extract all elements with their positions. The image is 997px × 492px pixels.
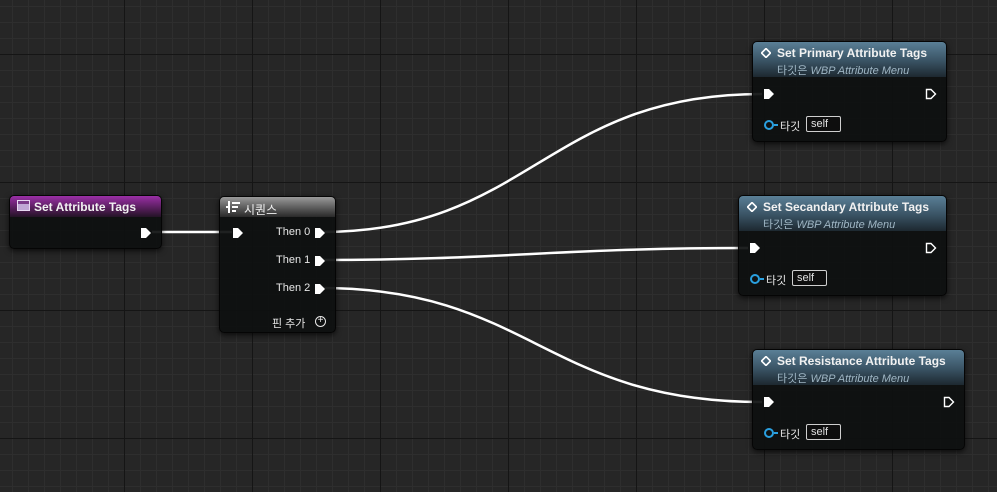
exec-in-pin[interactable] [749, 242, 761, 254]
node-title: Set Secandary Attribute Tags [763, 200, 930, 214]
exec-in-pin[interactable] [232, 227, 244, 239]
target-value-field[interactable]: self [792, 270, 827, 286]
exec-out-pin[interactable] [925, 242, 937, 254]
event-node-set-attribute-tags[interactable]: Set Attribute Tags [9, 195, 162, 249]
then-0-pin[interactable] [314, 227, 326, 239]
exec-in-pin[interactable] [763, 396, 775, 408]
function-icon [747, 202, 757, 212]
node-title: Set Primary Attribute Tags [777, 46, 928, 60]
event-icon [17, 200, 30, 211]
function-node-set-primary-attribute-tags[interactable]: Set Primary Attribute Tags 타깃은 WBP Attri… [752, 41, 947, 142]
then-2-label: Then 2 [276, 282, 311, 294]
target-value-field[interactable]: self [806, 424, 841, 440]
node-header: Set Secandary Attribute Tags 타깃은 WBP Att… [739, 196, 946, 231]
sequence-icon [226, 201, 240, 213]
target-pin[interactable] [764, 120, 774, 130]
function-icon [761, 356, 771, 366]
node-title: Set Resistance Attribute Tags [777, 354, 946, 368]
target-label: 타깃 [780, 121, 801, 133]
target-pin-arrow [774, 432, 778, 434]
then-1-label: Then 1 [276, 254, 311, 266]
target-pin[interactable] [764, 428, 774, 438]
then-2-pin[interactable] [314, 283, 326, 295]
exec-out-pin[interactable] [140, 227, 152, 239]
node-header: Set Primary Attribute Tags 타깃은 WBP Attri… [753, 42, 946, 77]
function-node-set-resistance-attribute-tags[interactable]: Set Resistance Attribute Tags 타깃은 WBP At… [752, 349, 965, 450]
target-label: 타깃 [780, 429, 801, 441]
exec-wire-then0-to-primary [320, 92, 763, 234]
function-node-set-secandary-attribute-tags[interactable]: Set Secandary Attribute Tags 타깃은 WBP Att… [738, 195, 947, 296]
exec-out-pin[interactable] [925, 88, 937, 100]
sequence-node[interactable]: 시퀀스 Then 0 Then 1 Then 2 핀 추가 + [219, 196, 336, 333]
add-pin-label[interactable]: 핀 추가 [272, 315, 305, 331]
node-subtitle: 타깃은 WBP Attribute Menu [777, 373, 910, 385]
target-pin[interactable] [750, 274, 760, 284]
node-header: Set Resistance Attribute Tags 타깃은 WBP At… [753, 350, 964, 385]
target-pin-arrow [760, 278, 764, 280]
node-title: 시퀀스 [244, 203, 278, 217]
target-pin-arrow [774, 124, 778, 126]
node-subtitle: 타깃은 WBP Attribute Menu [777, 65, 910, 77]
exec-wire-then1-to-secandary [320, 246, 749, 262]
node-subtitle: 타깃은 WBP Attribute Menu [763, 219, 896, 231]
then-0-label: Then 0 [276, 226, 311, 238]
node-header: 시퀀스 [220, 197, 335, 217]
node-header: Set Attribute Tags [10, 196, 161, 217]
add-pin-icon[interactable]: + [315, 316, 326, 327]
exec-wire-then2-to-resistance [320, 286, 763, 404]
target-value-field[interactable]: self [806, 116, 841, 132]
exec-out-pin[interactable] [943, 396, 955, 408]
node-title: Set Attribute Tags [34, 200, 137, 214]
target-label: 타깃 [766, 275, 787, 287]
then-1-pin[interactable] [314, 255, 326, 267]
function-icon [761, 48, 771, 58]
exec-in-pin[interactable] [763, 88, 775, 100]
